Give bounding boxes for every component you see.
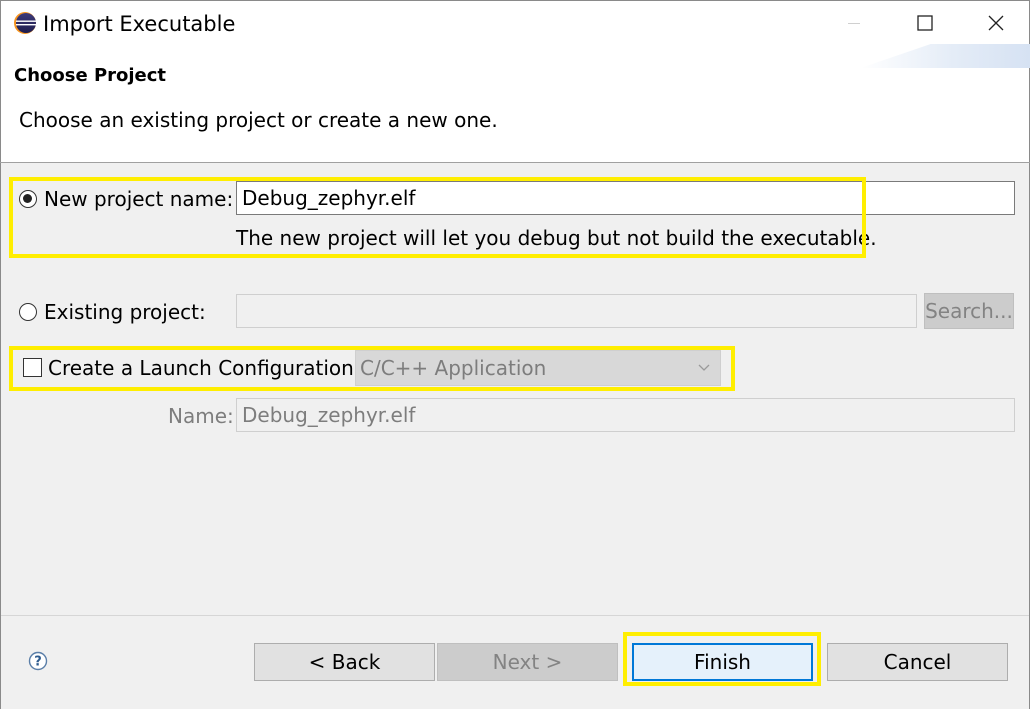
svg-text:?: ? <box>34 655 42 670</box>
highlight-finish-button <box>623 632 821 686</box>
page-description: Choose an existing project or create a n… <box>19 108 498 132</box>
close-icon <box>988 15 1004 31</box>
eclipse-app-icon <box>14 12 36 34</box>
back-button[interactable]: < Back <box>254 643 435 681</box>
minimize-icon <box>848 23 860 24</box>
highlight-new-project <box>9 177 866 258</box>
search-button[interactable]: Search... <box>924 293 1014 329</box>
title-bar: Import Executable <box>1 1 1029 45</box>
minimize-button[interactable] <box>819 1 889 45</box>
highlight-launch-config <box>9 346 735 391</box>
header-banner-fade <box>860 44 930 68</box>
existing-project-radio[interactable] <box>19 303 37 321</box>
existing-project-label: Existing project: <box>44 300 206 324</box>
existing-project-input[interactable] <box>236 294 917 328</box>
close-button[interactable] <box>961 1 1030 45</box>
maximize-icon <box>917 15 933 31</box>
window-title: Import Executable <box>43 12 236 36</box>
cancel-button[interactable]: Cancel <box>827 643 1008 681</box>
launch-name-input[interactable]: Debug_zephyr.elf <box>236 398 1015 432</box>
help-icon[interactable]: ? <box>28 651 48 671</box>
maximize-button[interactable] <box>890 1 960 45</box>
page-title: Choose Project <box>14 65 167 86</box>
next-button[interactable]: Next > <box>437 643 618 681</box>
launch-name-label: Name: <box>168 404 234 428</box>
